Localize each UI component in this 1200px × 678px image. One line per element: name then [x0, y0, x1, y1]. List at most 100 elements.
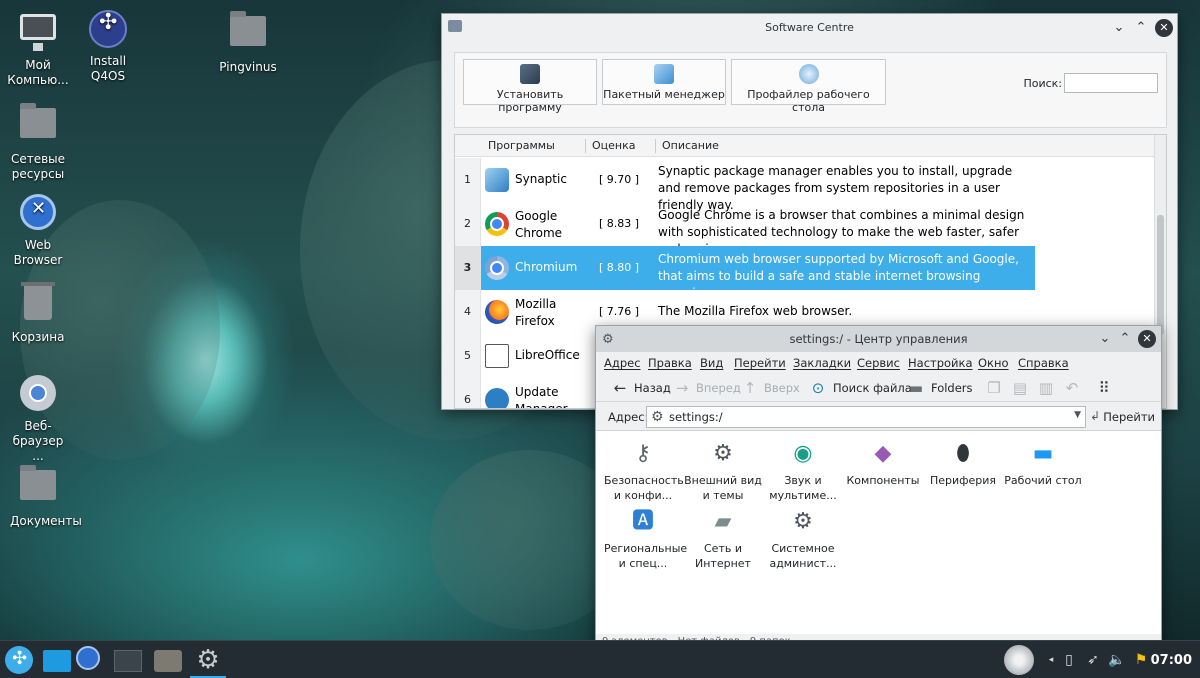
- forward-button[interactable]: Вперед: [696, 381, 741, 395]
- window-titlebar[interactable]: ⚙ settings:/ - Центр управления ⌄ ⌃ ✕: [596, 326, 1161, 352]
- settings-item[interactable]: ◆ Компоненты: [844, 441, 922, 488]
- clock[interactable]: 07:00: [1151, 653, 1192, 668]
- table-row[interactable]: 1 Synaptic[ 9.70 ] Synaptic package manage…: [455, 158, 1035, 212]
- desktop-profiler-button[interactable]: Профайлер рабочего стола: [731, 59, 886, 114]
- menu-window[interactable]: Окно: [978, 356, 1009, 370]
- undo-icon[interactable]: ↶: [1064, 380, 1080, 396]
- folders-button[interactable]: Folders: [931, 381, 973, 395]
- view-mode-icon[interactable]: ⠿: [1096, 380, 1112, 396]
- program-rating: [ 8.80 ]: [599, 261, 640, 274]
- delete-icon[interactable]: ▥: [1038, 380, 1054, 396]
- chevron-down-icon[interactable]: ▼: [1074, 410, 1081, 420]
- software-centre-taskbar-icon[interactable]: [154, 650, 182, 672]
- paste-icon[interactable]: ▤: [1012, 380, 1028, 396]
- button-label: Установить программу: [496, 88, 564, 114]
- desktop-icon-chromium[interactable]: Веб-браузер ...: [0, 373, 76, 464]
- button-label: Профайлер рабочего стола: [747, 88, 870, 114]
- back-arrow-icon[interactable]: ←: [612, 380, 628, 396]
- file-manager-taskbar-icon[interactable]: [43, 650, 71, 672]
- network-folder-icon: [18, 103, 58, 148]
- minimize-icon[interactable]: ⌄: [1095, 329, 1115, 349]
- key-icon: ⚷: [634, 441, 652, 466]
- table-row[interactable]: 2 Google Chrome[ 8.83 ] Google Chrome is a…: [455, 202, 1035, 256]
- search-icon[interactable]: ⊙: [810, 380, 826, 396]
- desktop-icon-network[interactable]: Сетевые ресурсы: [0, 102, 76, 182]
- network-tray-icon[interactable]: ➶: [1084, 651, 1102, 669]
- program-name: Mozilla Firefox: [515, 297, 557, 328]
- close-icon[interactable]: ✕: [1155, 19, 1173, 37]
- desktop-icon-label: Pingvinus: [219, 60, 277, 74]
- desktop-icon-documents[interactable]: Документы: [0, 464, 82, 529]
- tray-expand-icon[interactable]: ◂: [1042, 651, 1060, 669]
- mouse-icon: ⬮: [956, 441, 970, 466]
- settings-taskbar-icon[interactable]: ⚙: [194, 646, 222, 674]
- settings-item-label: Сеть и Интернет: [695, 542, 751, 570]
- settings-item-label: Внешний вид и темы: [684, 474, 762, 502]
- menu-address[interactable]: Адрес: [604, 356, 641, 370]
- desktop-icon-trash[interactable]: Корзина: [0, 282, 76, 345]
- desktop-icon-install-q4os[interactable]: Install Q4OS: [70, 10, 146, 84]
- settings-item[interactable]: ⚷ Безопасность и конфи...: [604, 441, 684, 503]
- address-input[interactable]: ⚙ settings:/ ▼: [646, 406, 1086, 428]
- menu-view[interactable]: Вид: [700, 356, 723, 370]
- synaptic-icon: [485, 168, 509, 192]
- row-cell[interactable]: Synaptic[ 9.70 ] Synaptic package manager…: [481, 158, 1035, 212]
- row-number: 3: [455, 246, 481, 290]
- table-row[interactable]: 3 Chromium[ 8.80 ] Chromium web browser su…: [455, 246, 1035, 300]
- desktop-icon-label: Сетевые ресурсы: [10, 152, 66, 181]
- web-browser-taskbar-icon[interactable]: [76, 646, 104, 674]
- chromium-icon: [485, 256, 509, 280]
- menu-tools[interactable]: Сервис: [857, 356, 900, 370]
- program-name: Synaptic: [515, 172, 567, 186]
- components-icon: ◆: [874, 441, 892, 466]
- minimize-icon[interactable]: ⌄: [1109, 18, 1129, 38]
- menu-go[interactable]: Перейти: [734, 356, 786, 370]
- scrollbar-thumb[interactable]: [1157, 215, 1164, 335]
- column-header-programs[interactable]: Программы: [488, 139, 555, 152]
- settings-item[interactable]: 🅰 Региональные и спец...: [604, 509, 687, 571]
- menu-bookmarks[interactable]: Закладки: [793, 356, 851, 370]
- menubar: Адрес Правка Вид Перейти Закладки Сервис…: [596, 352, 1161, 374]
- forward-arrow-icon[interactable]: →: [674, 380, 690, 396]
- settings-item[interactable]: ⚙ Системное админист...: [764, 509, 842, 571]
- go-button[interactable]: Перейти: [1103, 410, 1155, 424]
- search-label: Поиск:: [1023, 77, 1062, 90]
- settings-item[interactable]: ▬ Рабочий стол: [1004, 441, 1082, 488]
- column-header-rating[interactable]: Оценка: [592, 139, 636, 152]
- package-manager-button[interactable]: Пакетный менеджер: [602, 59, 726, 105]
- back-button[interactable]: Назад: [634, 381, 671, 395]
- clipboard-icon[interactable]: ▯: [1060, 651, 1078, 669]
- start-menu-button[interactable]: ✣: [5, 646, 33, 674]
- maximize-icon[interactable]: ⌃: [1131, 18, 1151, 38]
- volume-icon[interactable]: 🔈: [1108, 651, 1126, 669]
- menu-settings[interactable]: Настройка: [908, 356, 973, 370]
- maximize-icon[interactable]: ⌃: [1115, 329, 1135, 349]
- terminal-taskbar-icon[interactable]: [114, 650, 142, 672]
- go-icon[interactable]: ↲: [1090, 409, 1100, 423]
- up-button[interactable]: Вверх: [764, 381, 800, 395]
- row-cell[interactable]: Google Chrome[ 8.83 ] Google Chrome is a …: [481, 202, 1035, 256]
- folder-icon[interactable]: ▬: [908, 380, 924, 396]
- install-program-button[interactable]: Установить программу: [463, 59, 597, 114]
- find-file-button[interactable]: Поиск файла: [833, 381, 912, 395]
- column-header-description[interactable]: Описание: [662, 139, 719, 152]
- menu-edit[interactable]: Правка: [648, 356, 692, 370]
- window-titlebar[interactable]: Software Centre ⌄ ⌃ ✕: [442, 14, 1177, 42]
- settings-item[interactable]: ⬮ Периферия: [924, 441, 1002, 488]
- up-arrow-icon[interactable]: ↑: [742, 380, 758, 396]
- desktop-icon-my-computer[interactable]: Мой Компью...: [0, 10, 76, 88]
- settings-item[interactable]: ⚙ Внешний вид и темы: [684, 441, 762, 503]
- address-label: Адрес:: [608, 410, 649, 424]
- menu-help[interactable]: Справка: [1018, 356, 1069, 370]
- update-notifier-icon[interactable]: ⚑: [1132, 651, 1150, 669]
- settings-item[interactable]: ◉ Звук и мультиме...: [764, 441, 842, 503]
- desktop-icon-pingvinus[interactable]: Pingvinus: [210, 10, 286, 75]
- search-input[interactable]: [1064, 73, 1158, 93]
- row-cell[interactable]: Chromium[ 8.80 ] Chromium web browser sup…: [481, 246, 1035, 300]
- copy-icon[interactable]: ❐: [986, 380, 1002, 396]
- close-icon[interactable]: ✕: [1138, 330, 1156, 348]
- desktop-icon-label: Документы: [10, 514, 82, 528]
- settings-item[interactable]: ▰ Сеть и Интернет: [684, 509, 762, 571]
- desktop-icon-web-browser[interactable]: Web Browser: [0, 192, 76, 268]
- cd-drive-icon[interactable]: [1004, 645, 1034, 675]
